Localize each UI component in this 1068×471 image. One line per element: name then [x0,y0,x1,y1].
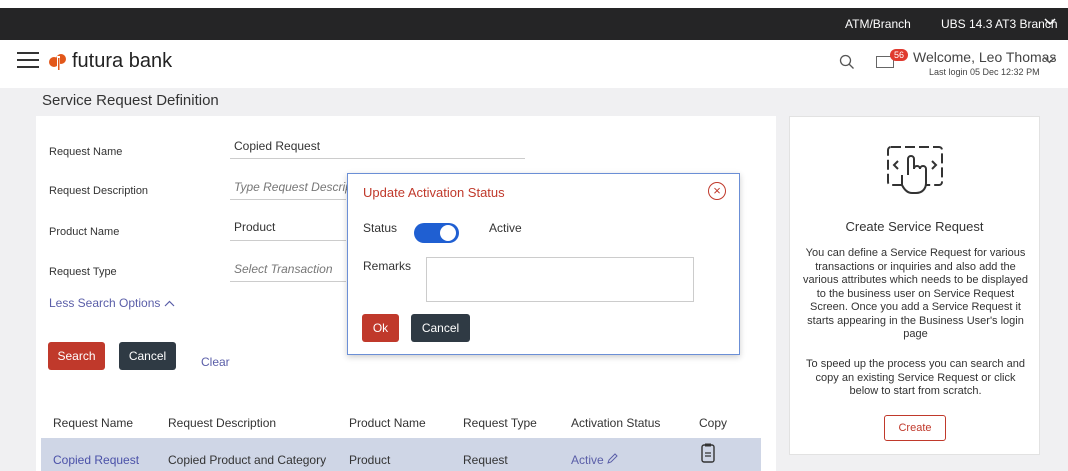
request-type-select[interactable]: Select Transaction [234,262,333,276]
request-description-label: Request Description [49,185,149,197]
cancel-button[interactable]: Cancel [119,342,176,370]
product-name-select[interactable]: Product [234,220,275,234]
request-name-input[interactable]: Copied Request [234,139,320,153]
bank-logo[interactable]: futura bank [48,50,172,73]
create-service-request-hint: To speed up the process you can search a… [806,358,1025,397]
request-name-underline [230,158,525,159]
status-toggle[interactable] [414,223,459,243]
bank-name: futura bank [72,50,173,72]
column-header-copy: Copy [699,416,728,430]
product-name-cell: Product [349,453,391,467]
clear-link[interactable]: Clear [201,355,230,369]
request-name-label: Request Name [49,146,123,158]
top-bar: ATM/Branch UBS 14.3 AT3 Branch [0,0,1068,40]
mail-count-badge: 56 [890,49,909,61]
header: futura bank 56 Welcome, Leo Thomas Last … [0,40,1068,88]
column-header-request-type: Request Type [463,416,537,430]
edit-pencil-icon[interactable] [607,453,618,464]
page-title: Service Request Definition [42,92,219,109]
column-header-activation-status: Activation Status [571,416,661,430]
search-icon[interactable] [839,54,855,70]
status-value: Active [489,221,522,235]
request-description-underline [230,199,346,200]
product-name-underline [230,240,346,241]
branch-selector[interactable]: UBS 14.3 AT3 Branch [941,17,1058,31]
activation-status-cell[interactable]: Active [571,453,618,467]
create-service-request-panel: Create Service Request You can define a … [789,116,1040,455]
create-service-request-title: Create Service Request [845,219,984,234]
close-icon[interactable]: × [708,182,726,200]
request-type-underline [230,281,346,282]
product-name-label: Product Name [49,226,120,238]
activation-status-text: Active [571,453,604,467]
request-type-cell: Request [463,453,508,467]
chevron-up-icon [164,300,175,307]
copy-icon[interactable] [701,443,715,468]
ok-button[interactable]: Ok [362,314,399,342]
less-search-options-label: Less Search Options [49,296,161,310]
last-login-text: Last login 05 Dec 12:32 PM [929,67,1040,77]
less-search-options-link[interactable]: Less Search Options [49,296,175,310]
logo-mark-icon [48,52,68,72]
request-description-input[interactable]: Type Request Descript [234,180,355,194]
dialog-title: Update Activation Status [363,185,505,200]
top-spacer [0,0,1068,8]
create-button[interactable]: Create [884,415,946,441]
column-header-request-name: Request Name [53,416,134,430]
atm-branch-label[interactable]: ATM/Branch [845,17,911,31]
chevron-down-icon[interactable] [1044,14,1056,29]
toggle-knob [440,225,456,241]
update-activation-status-dialog: Update Activation Status × Status Active… [347,173,740,355]
request-description-cell: Copied Product and Category [168,453,327,467]
create-service-request-description: You can define a Service Request for var… [802,247,1029,340]
request-type-label: Request Type [49,266,117,278]
touch-screen-icon [884,141,946,208]
column-header-product-name: Product Name [349,416,426,430]
column-header-request-description: Request Description [168,416,277,430]
table-row[interactable] [41,438,761,471]
request-name-link[interactable]: Copied Request [53,453,139,467]
remarks-label: Remarks [363,259,412,273]
user-menu-chevron-icon[interactable] [1043,51,1056,67]
status-label: Status [363,221,398,235]
dialog-cancel-button[interactable]: Cancel [411,314,470,342]
menu-icon[interactable] [17,52,39,70]
welcome-text[interactable]: Welcome, Leo Thomas [913,49,1056,65]
remarks-textarea[interactable] [426,257,694,302]
search-button[interactable]: Search [48,342,105,370]
